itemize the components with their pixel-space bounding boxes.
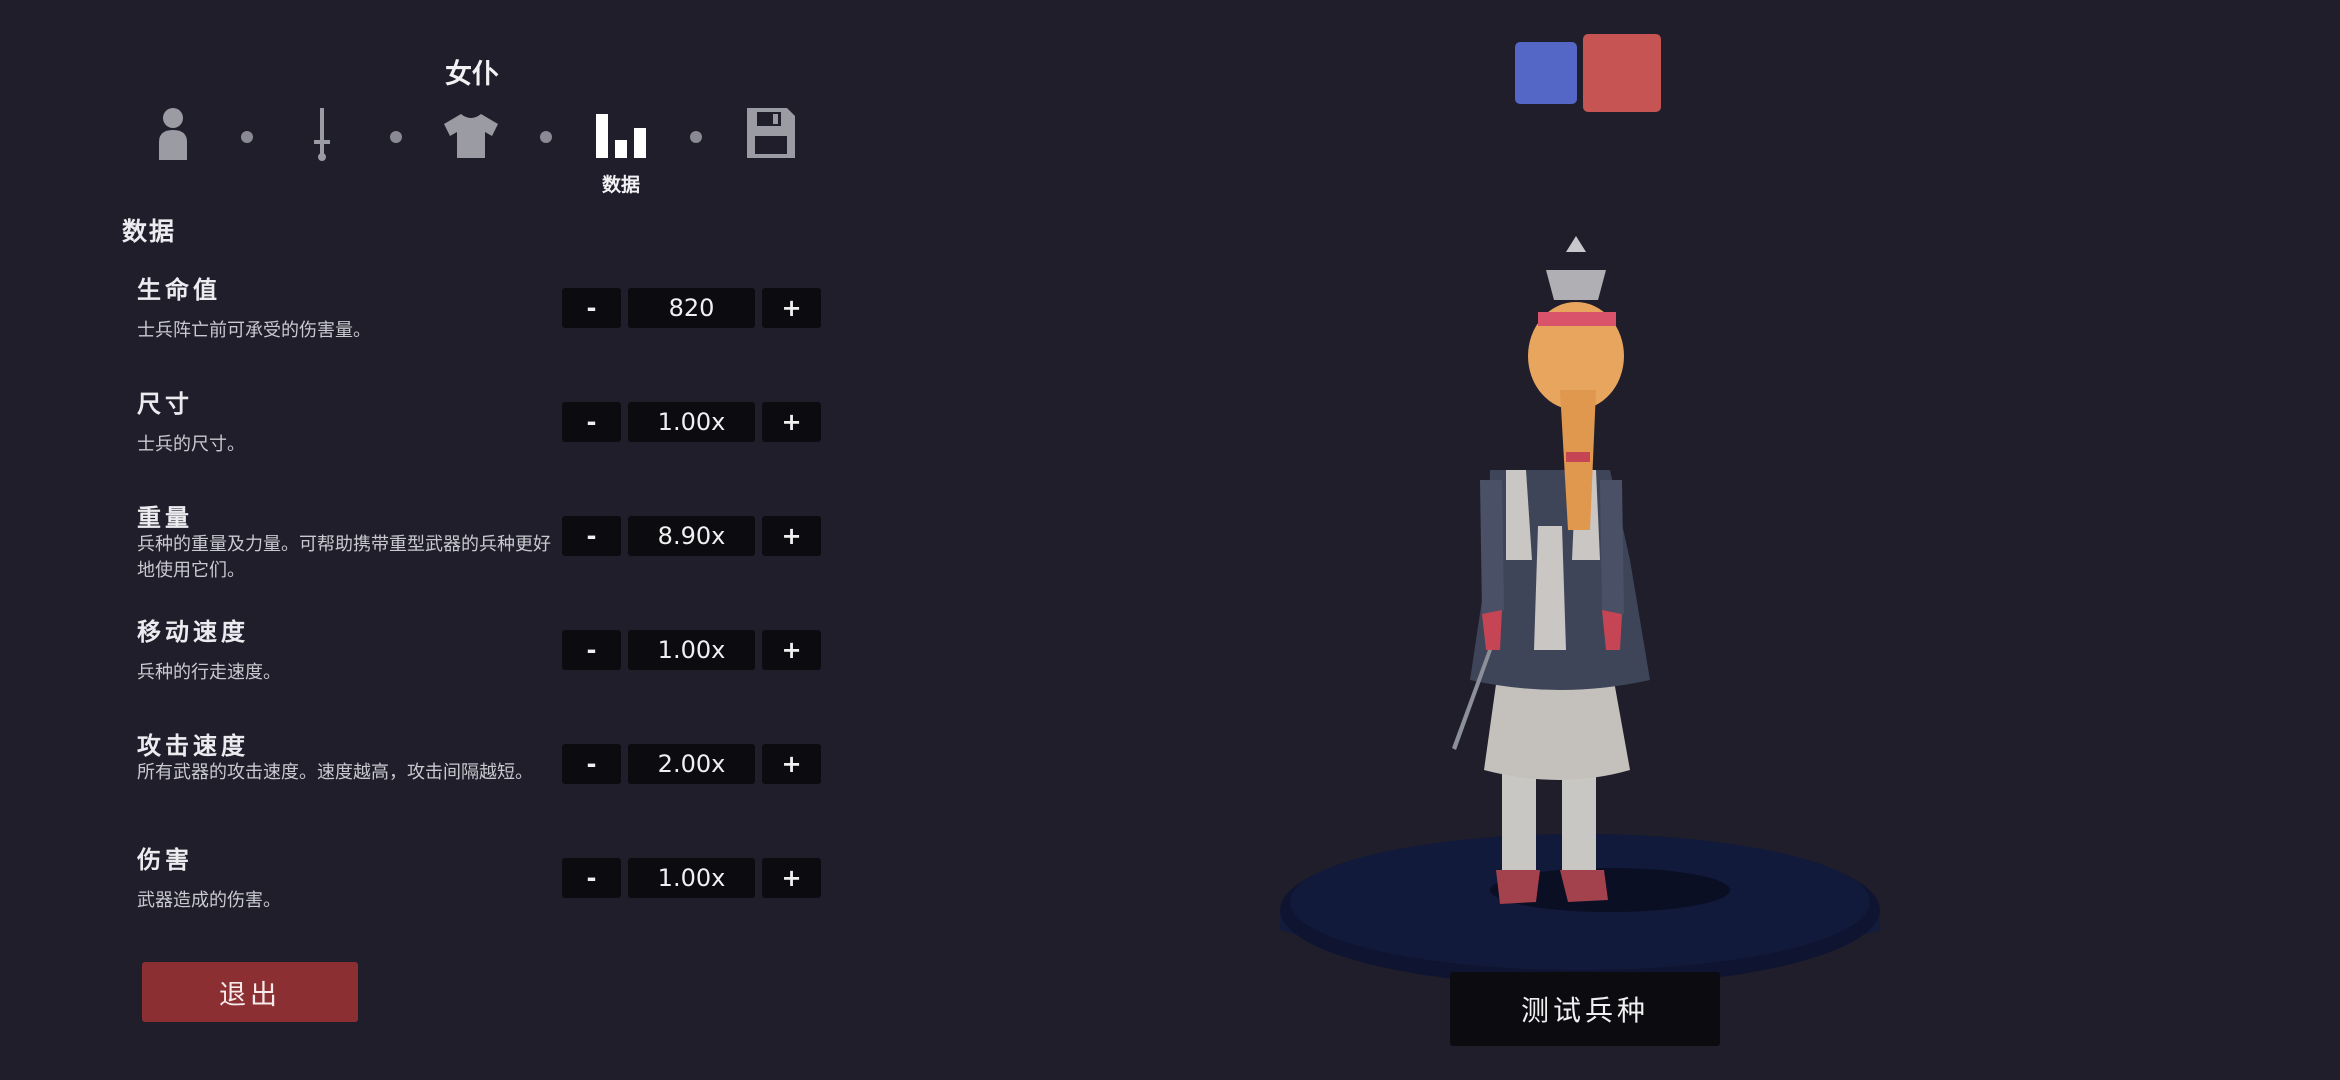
stat-name: 移动速度 [137, 618, 249, 646]
team-blue-button[interactable] [1515, 42, 1577, 104]
nav-separator-dot [241, 131, 253, 143]
stat-name: 重量 [137, 504, 193, 532]
stat-description: 兵种的重量及力量。可帮助携带重型武器的兵种更好地使用它们。 [137, 534, 551, 581]
team-red-button[interactable] [1583, 34, 1661, 112]
stat-value: 1.00x [628, 858, 755, 898]
sword-icon [314, 108, 330, 161]
stat-row-health: 生命值 士兵阵亡前可承受的伤害量。 - 820 + [137, 270, 837, 370]
decrease-button[interactable]: - [562, 402, 621, 442]
nav-save-tab[interactable] [736, 106, 806, 196]
unit-preview[interactable] [1270, 230, 1890, 1010]
stat-description: 所有武器的攻击速度。速度越高，攻击间隔越短。 [137, 762, 533, 783]
nav-separator-dot [390, 131, 402, 143]
stat-name: 生命值 [137, 276, 221, 304]
nav-stats-label: 数据 [601, 174, 640, 196]
stat-row-damage: 伤害 武器造成的伤害。 - 1.00x + [137, 840, 837, 940]
stat-row-weight: 重量 兵种的重量及力量。可帮助携带重型武器的兵种更好地使用它们。 - 8.90x… [137, 498, 837, 598]
increase-button[interactable]: + [762, 630, 821, 670]
editor-nav: 数据 [0, 106, 944, 196]
increase-button[interactable]: + [762, 744, 821, 784]
stat-name: 攻击速度 [137, 732, 249, 760]
stat-value: 1.00x [628, 402, 755, 442]
section-title: 数据 [122, 217, 177, 246]
stat-description: 士兵的尺寸。 [137, 434, 245, 455]
decrease-button[interactable]: - [562, 288, 621, 328]
stats-bars-icon [596, 114, 646, 158]
stat-value: 2.00x [628, 744, 755, 784]
nav-clothing-tab[interactable] [436, 106, 506, 196]
increase-button[interactable]: + [762, 288, 821, 328]
nav-stats-tab[interactable]: 数据 [586, 106, 656, 196]
increase-button[interactable]: + [762, 402, 821, 442]
stat-description: 武器造成的伤害。 [137, 890, 281, 911]
stat-value: 820 [628, 288, 755, 328]
decrease-button[interactable]: - [562, 858, 621, 898]
stat-row-attack-speed: 攻击速度 所有武器的攻击速度。速度越高，攻击间隔越短。 - 2.00x + [137, 726, 837, 826]
decrease-button[interactable]: - [562, 630, 621, 670]
save-icon [747, 108, 795, 158]
decrease-button[interactable]: - [562, 516, 621, 556]
increase-button[interactable]: + [762, 516, 821, 556]
person-icon [159, 108, 187, 160]
maid-figure [1452, 236, 1650, 904]
nav-separator-dot [540, 131, 552, 143]
stat-value: 1.00x [628, 630, 755, 670]
unit-title: 女仆 [445, 59, 499, 90]
stat-name: 尺寸 [137, 390, 193, 418]
stat-value: 8.90x [628, 516, 755, 556]
nav-body-tab[interactable] [138, 106, 208, 196]
stat-name: 伤害 [137, 846, 193, 874]
stat-row-size: 尺寸 士兵的尺寸。 - 1.00x + [137, 384, 837, 484]
stat-description: 士兵阵亡前可承受的伤害量。 [137, 320, 371, 341]
exit-button[interactable]: 退出 [142, 962, 358, 1022]
stat-description: 兵种的行走速度。 [137, 662, 281, 683]
unit-model-preview [1280, 236, 1880, 986]
decrease-button[interactable]: - [562, 744, 621, 784]
test-unit-button[interactable]: 测试兵种 [1450, 972, 1720, 1046]
nav-weapon-tab[interactable] [287, 106, 357, 196]
stat-row-move-speed: 移动速度 兵种的行走速度。 - 1.00x + [137, 612, 837, 712]
increase-button[interactable]: + [762, 858, 821, 898]
nav-separator-dot [690, 131, 702, 143]
shirt-icon [444, 114, 498, 158]
